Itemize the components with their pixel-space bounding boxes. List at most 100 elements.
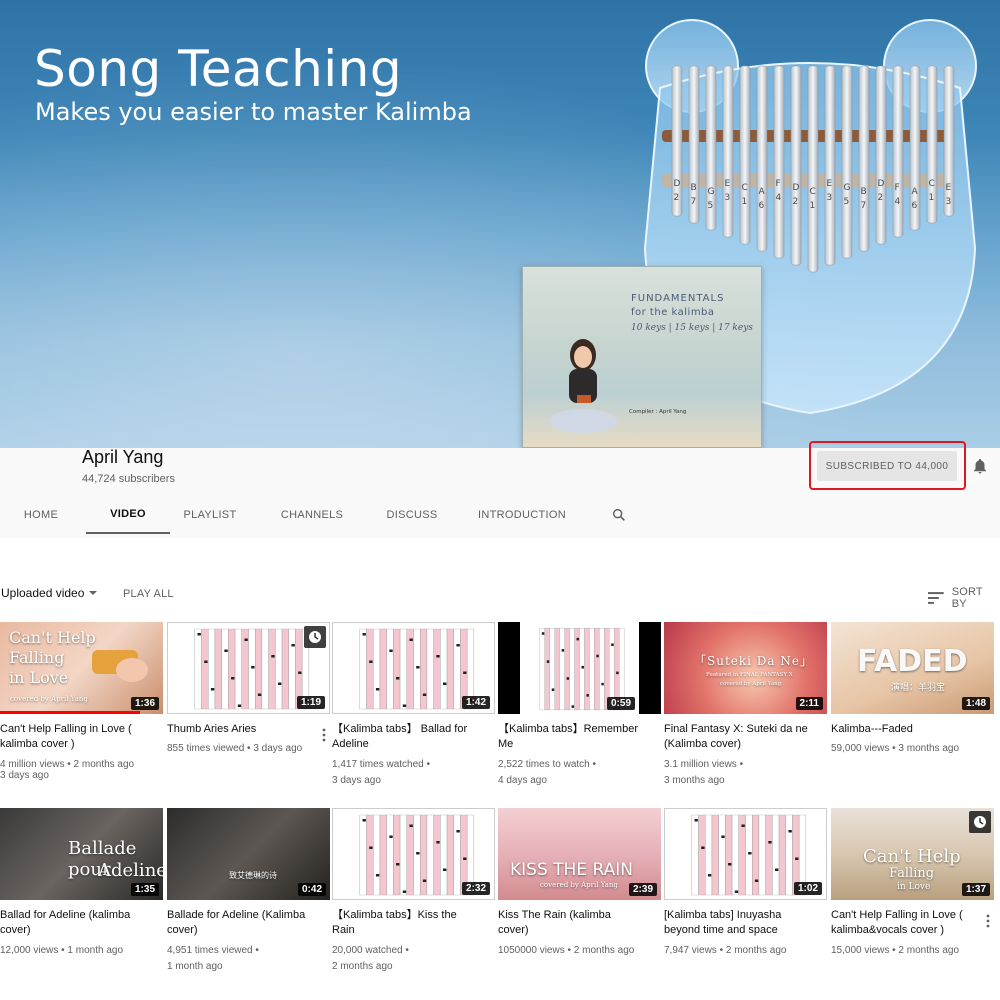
kalimba-tine [739, 65, 751, 245]
tab-sheet-note [197, 633, 201, 636]
video-title[interactable]: Ballade for Adeline (Kalimba cover) [167, 908, 330, 938]
video-thumbnail[interactable]: 致艾德琳的诗 0:42 [167, 808, 330, 900]
video-card[interactable]: FADED 演唱：羊羽宝 1:48 Kalimba---Faded 59,000… [831, 622, 994, 757]
tab-channels[interactable]: CHANNELS [274, 496, 350, 534]
video-card[interactable]: Can't Help Falling in Love 1:37 Can't He… [831, 808, 994, 959]
tab-sheet-note [728, 863, 732, 866]
video-title-line: 【Kalimba tabs】Remember [498, 723, 638, 735]
video-card[interactable]: 1:02 [Kalimba tabs] Inuyasha beyond time… [664, 808, 827, 959]
video-title-line: Ballad for Adeline (kalimba [0, 909, 131, 921]
thumbnail-caption: 演唱：羊羽宝 [891, 683, 946, 693]
video-title[interactable]: Can't Help Falling in Love ( kalimba cov… [0, 722, 163, 752]
video-thumbnail[interactable]: 1:42 [332, 622, 495, 714]
tab-introduction[interactable]: INTRODUCTION [474, 496, 570, 534]
video-card[interactable]: 1:19 Thumb Aries Aries 855 times viewed … [167, 622, 330, 757]
tab-sheet-note [456, 644, 460, 647]
video-title[interactable]: Can't Help Falling in Love ( kalimba&voc… [831, 908, 994, 938]
subscribe-button[interactable]: SUBSCRIBED TO 44,000 [817, 451, 957, 481]
tab-video[interactable]: VIDEO [86, 496, 170, 534]
video-title[interactable]: Ballad for Adeline (kalimba cover) [0, 908, 163, 938]
video-title[interactable]: Kiss The Rain (kalimba cover) [498, 908, 661, 938]
video-title[interactable]: 【Kalimba tabs】Remember Me [498, 722, 661, 752]
tab-sheet-note [237, 704, 242, 707]
tine-note-number: 6 [912, 201, 918, 211]
video-meta: 855 times viewed • 3 days ago [167, 741, 330, 757]
video-title[interactable]: Final Fantasy X: Suteki da ne (Kalimba c… [664, 722, 827, 752]
video-card[interactable]: 0:59 【Kalimba tabs】Remember Me 2,522 tim… [498, 622, 661, 789]
video-title-line: 【Kalimba tabs】 Ballad for [332, 723, 468, 735]
tab-sheet-note [396, 863, 400, 866]
uploaded-video-dropdown[interactable]: Uploaded video [1, 586, 98, 600]
book-keys: 10 keys | 15 keys | 17 keys [631, 323, 753, 333]
video-thumbnail[interactable]: Can't Help Falling in Love covered by Ap… [0, 622, 163, 714]
video-meta: 59,000 views • 3 months ago [831, 741, 994, 757]
tine-note-label: C [929, 179, 935, 189]
video-thumbnail[interactable]: 0:59 [498, 622, 661, 714]
tab-sheet-note [741, 824, 745, 827]
tab-sheet-note [278, 682, 282, 685]
tab-sheet-column [288, 628, 296, 710]
video-card[interactable]: Ballade pour Adeline 1:35 Ballad for Ade… [0, 808, 163, 959]
video-card[interactable]: 2:32 【Kalimba tabs】Kiss the Rain 20,000 … [332, 808, 495, 975]
video-meta: 4 million views • 2 months ago 3 days ag… [0, 757, 163, 784]
video-card[interactable]: KISS THE RAIN covered by April Yang 2:39… [498, 808, 661, 959]
caret-down-icon [89, 591, 98, 595]
video-duration: 1:35 [130, 883, 159, 896]
video-card[interactable]: Can't Help Falling in Love covered by Ap… [0, 622, 163, 784]
watch-later-button[interactable] [304, 626, 326, 648]
video-thumbnail[interactable]: 1:02 [664, 808, 827, 900]
video-meta-line: 3 days ago [332, 775, 381, 786]
watch-later-button[interactable] [969, 811, 991, 833]
tab-playlist[interactable]: PLAYLIST [176, 496, 244, 534]
channel-name[interactable]: April Yang [82, 447, 163, 468]
video-card[interactable]: 1:42 【Kalimba tabs】 Ballad for Adeline 1… [332, 622, 495, 789]
tab-sheet-note [375, 688, 380, 691]
video-title[interactable]: 【Kalimba tabs】Kiss the Rain [332, 908, 495, 938]
search-icon[interactable] [611, 507, 627, 523]
tab-sheet-note [369, 846, 373, 849]
video-meta: 7,947 views • 2 months ago [664, 943, 827, 959]
kalimba-tine [722, 65, 734, 238]
tab-sheet-column [228, 628, 236, 710]
video-thumbnail[interactable]: FADED 演唱：羊羽宝 1:48 [831, 622, 994, 714]
book-compiler: Compiler : April Yang [629, 409, 687, 415]
tab-sheet-column [399, 628, 407, 710]
video-title[interactable]: 【Kalimba tabs】 Ballad for Adeline [332, 722, 495, 752]
video-thumbnail[interactable]: 2:32 [332, 808, 495, 900]
tab-sheet-column [574, 627, 580, 711]
tab-sheet-column [359, 628, 367, 710]
video-card[interactable]: 致艾德琳的诗 0:42 Ballade for Adeline (Kalimba… [167, 808, 330, 975]
video-thumbnail[interactable]: Can't Help Falling in Love 1:37 [831, 808, 994, 900]
video-title[interactable]: [Kalimba tabs] Inuyasha beyond time and … [664, 908, 827, 938]
thumbnail-caption: Falling [9, 648, 65, 667]
tab-discuss[interactable]: DISCUSS [380, 496, 444, 534]
tab-sheet-column [248, 628, 256, 710]
video-meta: 1050000 views • 2 months ago [498, 943, 661, 959]
sort-icon [928, 592, 944, 604]
tine-note-label: E [725, 179, 731, 189]
notification-bell-icon[interactable] [971, 457, 989, 475]
tab-sheet-note [788, 830, 792, 833]
more-options-icon[interactable] [982, 914, 994, 928]
video-thumbnail[interactable]: Ballade pour Adeline 1:35 [0, 808, 163, 900]
video-thumbnail[interactable]: 1:19 [167, 622, 330, 714]
tab-home[interactable]: HOME [14, 496, 68, 534]
video-meta-line: 59,000 views • 3 months ago [831, 743, 960, 754]
kalimba-tine [807, 65, 819, 273]
more-options-icon[interactable] [318, 728, 330, 742]
play-all-button[interactable]: PLAY ALL [123, 588, 174, 600]
tab-sheet-note [463, 671, 467, 674]
tab-sheet-column [373, 628, 381, 710]
tine-note-number: 4 [776, 193, 782, 203]
video-thumbnail[interactable]: 「Suteki Da Ne」 Featured in FINAL FANTASY… [664, 622, 827, 714]
video-title-line: Can't Help Falling in Love ( [0, 723, 132, 735]
tab-sheet-note [701, 846, 705, 849]
tab-sheet-column [208, 628, 216, 710]
sort-by-button[interactable]: SORT BY [928, 586, 1000, 610]
tine-note-number: 4 [895, 197, 901, 207]
tab-sheet-note [721, 835, 725, 838]
video-card[interactable]: 「Suteki Da Ne」 Featured in FINAL FANTASY… [664, 622, 827, 789]
video-thumbnail[interactable]: KISS THE RAIN covered by April Yang 2:39 [498, 808, 661, 900]
tab-sheet-note [707, 874, 712, 877]
watch-progress-bar [0, 711, 140, 714]
